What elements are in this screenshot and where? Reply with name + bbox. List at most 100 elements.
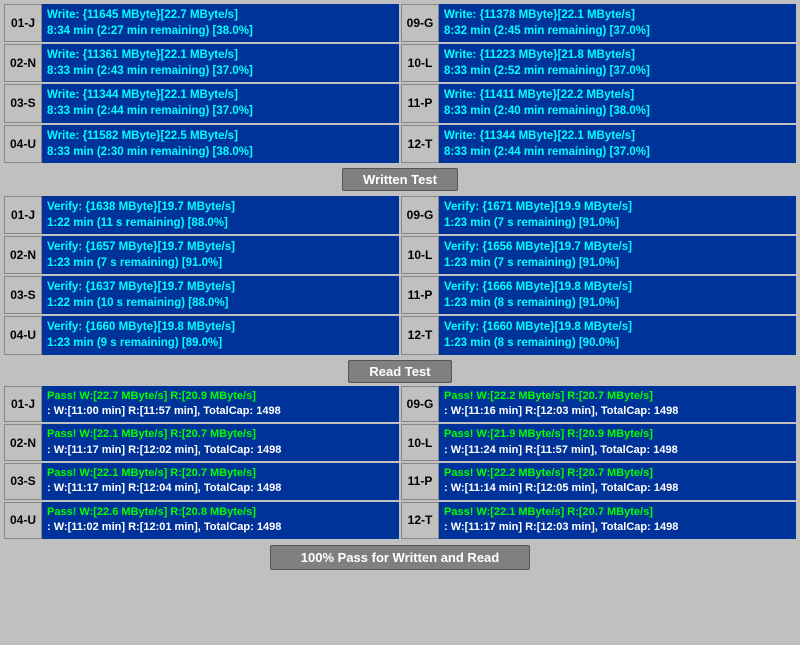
left-line1: Pass! W:[22.1 MByte/s] R:[20.7 MByte/s] (47, 427, 394, 442)
right-half: 12-T Verify: {1660 MByte}[19.8 MByte/s] … (401, 316, 796, 354)
row-unit: 01-J Verify: {1638 MByte}[19.7 MByte/s] … (4, 196, 796, 234)
right-half: 11-P Write: {11411 MByte}[22.2 MByte/s] … (401, 84, 796, 122)
write-rows: 01-J Write: {11645 MByte}[22.7 MByte/s] … (4, 4, 796, 165)
right-pass-cell: Pass! W:[21.9 MByte/s] R:[20.9 MByte/s] … (439, 424, 796, 461)
left-id: 02-N (4, 236, 42, 274)
right-half: 10-L Pass! W:[21.9 MByte/s] R:[20.9 MByt… (401, 424, 796, 461)
right-line2: 1:23 min (8 s remaining) [91.0%] (444, 295, 791, 311)
right-id: 11-P (401, 463, 439, 500)
row-unit: 02-N Write: {11361 MByte}[22.1 MByte/s] … (4, 44, 796, 82)
left-cell: Verify: {1660 MByte}[19.8 MByte/s] 1:23 … (42, 316, 399, 354)
left-cell: Verify: {1638 MByte}[19.7 MByte/s] 1:22 … (42, 196, 399, 234)
right-half: 10-L Verify: {1656 MByte}[19.7 MByte/s] … (401, 236, 796, 274)
left-cell: Write: {11582 MByte}[22.5 MByte/s] 8:33 … (42, 125, 399, 163)
right-half: 11-P Pass! W:[22.2 MByte/s] R:[20.7 MByt… (401, 463, 796, 500)
footer-row: 100% Pass for Written and Read (4, 545, 796, 570)
right-line1: Verify: {1666 MByte}[19.8 MByte/s] (444, 279, 791, 295)
row-unit: 03-S Pass! W:[22.1 MByte/s] R:[20.7 MByt… (4, 463, 796, 500)
read-test-label: Read Test (348, 360, 451, 383)
row-unit: 04-U Verify: {1660 MByte}[19.8 MByte/s] … (4, 316, 796, 354)
right-cell: Write: {11411 MByte}[22.2 MByte/s] 8:33 … (439, 84, 796, 122)
left-line1: Verify: {1660 MByte}[19.8 MByte/s] (47, 319, 394, 335)
right-id: 10-L (401, 424, 439, 461)
right-line2: 8:33 min (2:44 min remaining) [37.0%] (444, 144, 791, 160)
right-half: 10-L Write: {11223 MByte}[21.8 MByte/s] … (401, 44, 796, 82)
left-line1: Write: {11344 MByte}[22.1 MByte/s] (47, 87, 394, 103)
right-line1: Pass! W:[22.2 MByte/s] R:[20.7 MByte/s] (444, 389, 791, 404)
left-line2: : W:[11:02 min] R:[12:01 min], TotalCap:… (47, 520, 394, 535)
left-half: 03-S Write: {11344 MByte}[22.1 MByte/s] … (4, 84, 399, 122)
right-line1: Write: {11223 MByte}[21.8 MByte/s] (444, 47, 791, 63)
right-half: 11-P Verify: {1666 MByte}[19.8 MByte/s] … (401, 276, 796, 314)
left-half: 02-N Write: {11361 MByte}[22.1 MByte/s] … (4, 44, 399, 82)
right-half: 09-G Verify: {1671 MByte}[19.9 MByte/s] … (401, 196, 796, 234)
left-half: 01-J Pass! W:[22.7 MByte/s] R:[20.9 MByt… (4, 386, 399, 423)
left-id: 01-J (4, 196, 42, 234)
left-half: 01-J Write: {11645 MByte}[22.7 MByte/s] … (4, 4, 399, 42)
right-line1: Pass! W:[21.9 MByte/s] R:[20.9 MByte/s] (444, 427, 791, 442)
left-line2: 8:33 min (2:43 min remaining) [37.0%] (47, 63, 394, 79)
right-line1: Pass! W:[22.2 MByte/s] R:[20.7 MByte/s] (444, 466, 791, 481)
right-line1: Verify: {1656 MByte}[19.7 MByte/s] (444, 239, 791, 255)
right-id: 11-P (401, 276, 439, 314)
right-line2: 8:33 min (2:40 min remaining) [38.0%] (444, 103, 791, 119)
row-unit: 03-S Write: {11344 MByte}[22.1 MByte/s] … (4, 84, 796, 122)
left-line1: Verify: {1637 MByte}[19.7 MByte/s] (47, 279, 394, 295)
row-unit: 03-S Verify: {1637 MByte}[19.7 MByte/s] … (4, 276, 796, 314)
left-cell: Write: {11361 MByte}[22.1 MByte/s] 8:33 … (42, 44, 399, 82)
left-pass-cell: Pass! W:[22.1 MByte/s] R:[20.7 MByte/s] … (42, 424, 399, 461)
left-id: 02-N (4, 424, 42, 461)
left-half: 01-J Verify: {1638 MByte}[19.7 MByte/s] … (4, 196, 399, 234)
right-half: 12-T Write: {11344 MByte}[22.1 MByte/s] … (401, 125, 796, 163)
left-line1: Verify: {1638 MByte}[19.7 MByte/s] (47, 199, 394, 215)
row-unit: 02-N Verify: {1657 MByte}[19.7 MByte/s] … (4, 236, 796, 274)
left-line1: Verify: {1657 MByte}[19.7 MByte/s] (47, 239, 394, 255)
left-line2: 1:23 min (9 s remaining) [89.0%] (47, 335, 394, 351)
left-line1: Write: {11645 MByte}[22.7 MByte/s] (47, 7, 394, 23)
right-half: 12-T Pass! W:[22.1 MByte/s] R:[20.7 MByt… (401, 502, 796, 539)
verify-rows: 01-J Verify: {1638 MByte}[19.7 MByte/s] … (4, 196, 796, 357)
row-unit: 01-J Write: {11645 MByte}[22.7 MByte/s] … (4, 4, 796, 42)
right-pass-cell: Pass! W:[22.2 MByte/s] R:[20.7 MByte/s] … (439, 463, 796, 500)
footer-label: 100% Pass for Written and Read (270, 545, 530, 570)
row-unit: 02-N Pass! W:[22.1 MByte/s] R:[20.7 MByt… (4, 424, 796, 461)
right-cell: Write: {11378 MByte}[22.1 MByte/s] 8:32 … (439, 4, 796, 42)
right-half: 09-G Write: {11378 MByte}[22.1 MByte/s] … (401, 4, 796, 42)
right-cell: Write: {11223 MByte}[21.8 MByte/s] 8:33 … (439, 44, 796, 82)
left-id: 01-J (4, 386, 42, 423)
left-line1: Pass! W:[22.7 MByte/s] R:[20.9 MByte/s] (47, 389, 394, 404)
verify-section: 01-J Verify: {1638 MByte}[19.7 MByte/s] … (4, 196, 796, 357)
left-id: 03-S (4, 463, 42, 500)
right-cell: Verify: {1656 MByte}[19.7 MByte/s] 1:23 … (439, 236, 796, 274)
main-container: 01-J Write: {11645 MByte}[22.7 MByte/s] … (0, 0, 800, 574)
right-id: 09-G (401, 4, 439, 42)
left-half: 02-N Verify: {1657 MByte}[19.7 MByte/s] … (4, 236, 399, 274)
read-section: 01-J Pass! W:[22.7 MByte/s] R:[20.9 MByt… (4, 386, 796, 541)
left-cell: Write: {11645 MByte}[22.7 MByte/s] 8:34 … (42, 4, 399, 42)
right-line2: 8:32 min (2:45 min remaining) [37.0%] (444, 23, 791, 39)
row-unit: 01-J Pass! W:[22.7 MByte/s] R:[20.9 MByt… (4, 386, 796, 423)
right-cell: Verify: {1660 MByte}[19.8 MByte/s] 1:23 … (439, 316, 796, 354)
right-line2: 1:23 min (7 s remaining) [91.0%] (444, 255, 791, 271)
left-half: 03-S Verify: {1637 MByte}[19.7 MByte/s] … (4, 276, 399, 314)
left-id: 02-N (4, 44, 42, 82)
right-id: 12-T (401, 502, 439, 539)
right-pass-cell: Pass! W:[22.2 MByte/s] R:[20.7 MByte/s] … (439, 386, 796, 423)
right-line1: Write: {11344 MByte}[22.1 MByte/s] (444, 128, 791, 144)
left-cell: Verify: {1657 MByte}[19.7 MByte/s] 1:23 … (42, 236, 399, 274)
left-half: 04-U Pass! W:[22.6 MByte/s] R:[20.8 MByt… (4, 502, 399, 539)
right-line1: Write: {11378 MByte}[22.1 MByte/s] (444, 7, 791, 23)
right-line2: : W:[11:17 min] R:[12:03 min], TotalCap:… (444, 520, 791, 535)
right-line2: : W:[11:24 min] R:[11:57 min], TotalCap:… (444, 443, 791, 458)
right-id: 12-T (401, 316, 439, 354)
left-line2: 8:33 min (2:30 min remaining) [38.0%] (47, 144, 394, 160)
right-id: 09-G (401, 386, 439, 423)
left-cell: Write: {11344 MByte}[22.1 MByte/s] 8:33 … (42, 84, 399, 122)
left-half: 04-U Verify: {1660 MByte}[19.8 MByte/s] … (4, 316, 399, 354)
left-id: 01-J (4, 4, 42, 42)
right-line2: : W:[11:14 min] R:[12:05 min], TotalCap:… (444, 481, 791, 496)
right-line1: Write: {11411 MByte}[22.2 MByte/s] (444, 87, 791, 103)
right-line1: Verify: {1671 MByte}[19.9 MByte/s] (444, 199, 791, 215)
left-line2: 8:34 min (2:27 min remaining) [38.0%] (47, 23, 394, 39)
right-half: 09-G Pass! W:[22.2 MByte/s] R:[20.7 MByt… (401, 386, 796, 423)
